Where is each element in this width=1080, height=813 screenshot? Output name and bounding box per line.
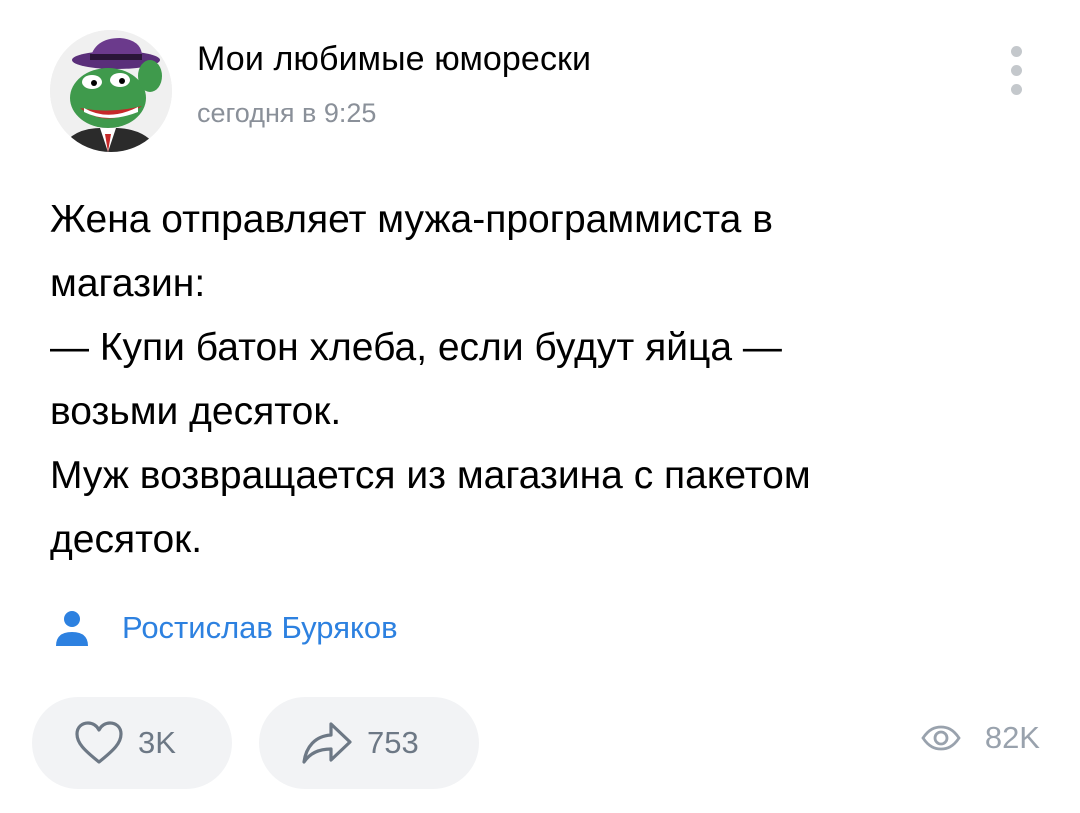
- frog-in-hat-avatar-icon: [50, 30, 172, 152]
- more-vertical-icon-dot: [1010, 83, 1022, 95]
- share-count: 753: [367, 725, 419, 760]
- post-author-link[interactable]: Ростислав Буряков: [54, 608, 398, 648]
- more-vertical-icon-dot: [1010, 64, 1022, 76]
- group-name[interactable]: Мои любимые юморески: [197, 40, 591, 79]
- heart-icon: [75, 721, 123, 764]
- post-text-line: Жена отправляет мужа-программиста в: [50, 198, 773, 241]
- group-avatar[interactable]: [50, 30, 172, 152]
- eye-icon: [921, 725, 961, 751]
- post-text-line: десяток.: [50, 518, 203, 561]
- post-text-line: возьми десяток.: [50, 390, 342, 433]
- more-options-button[interactable]: [996, 38, 1036, 102]
- post-text-line: — Купи батон хлеба, если будут яйца —: [50, 326, 782, 369]
- share-button[interactable]: 753: [259, 697, 479, 789]
- views-count: 82K: [984, 720, 1040, 755]
- author-name[interactable]: Ростислав Буряков: [122, 610, 398, 646]
- views-counter: 82K: [921, 720, 1040, 756]
- more-vertical-icon-dot: [1010, 45, 1022, 57]
- like-button[interactable]: 3K: [32, 697, 232, 789]
- share-arrow-icon: [302, 722, 352, 764]
- post-card: Мои любимые юморески сегодня в 9:25 Жена…: [0, 0, 1080, 813]
- post-time[interactable]: сегодня в 9:25: [197, 98, 376, 129]
- person-icon: [56, 611, 88, 646]
- post-text: Жена отправляет мужа-программиста в мага…: [50, 188, 1030, 572]
- post-text-line: Муж возвращается из магазина с пакетом: [50, 454, 811, 497]
- post-text-line: магазин:: [50, 262, 206, 305]
- like-count: 3K: [138, 725, 176, 760]
